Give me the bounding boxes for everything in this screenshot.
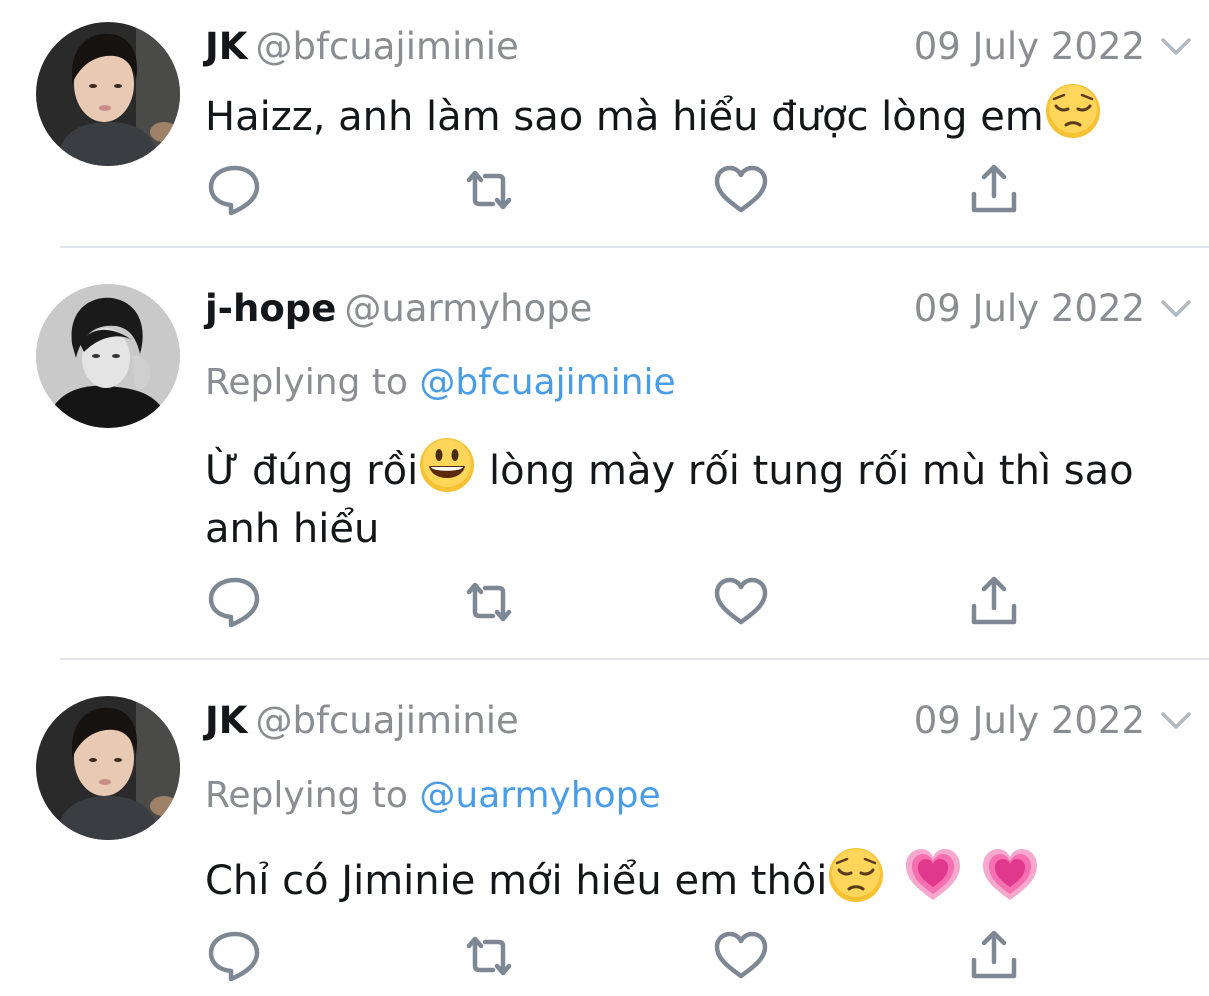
display-name[interactable]: JK @bfcuajiminie [205,696,519,746]
tweet-actions [0,162,1209,218]
tweet-text: Haizz, anh làm sao mà hiểu được lòng em [205,82,1197,146]
growing-heart-emoji [904,846,962,904]
chevron-down-icon[interactable] [1159,710,1193,732]
replying-to: Replying to @bfcuajiminie [205,362,676,403]
reply-icon[interactable] [207,574,263,630]
tweet-text: Ừ đúng rồi lòng mày rối tung rối mù thì … [205,436,1197,558]
avatar[interactable] [36,284,180,428]
divider [60,246,1209,248]
mention-link[interactable]: @bfcuajiminie [419,362,675,403]
tweet-header: JK @bfcuajiminie 09 July 2022 [205,22,1209,72]
display-name[interactable]: j-hope @uarmyhope [205,284,592,334]
replying-to: Replying to @uarmyhope [205,775,661,816]
share-icon[interactable] [966,162,1022,218]
tweet-actions [0,928,1209,984]
growing-heart-emoji [981,846,1039,904]
retweet-icon[interactable] [461,928,517,984]
display-name[interactable]: JK @bfcuajiminie [205,22,519,72]
tweet-header: JK @bfcuajiminie 09 July 2022 [205,696,1209,746]
like-icon[interactable] [713,574,769,630]
chevron-down-icon[interactable] [1159,298,1193,320]
reply-icon[interactable] [207,928,263,984]
user-handle[interactable]: @bfcuajiminie [255,699,518,742]
tweet-header: j-hope @uarmyhope 09 July 2022 [205,284,1209,334]
user-handle[interactable]: @uarmyhope [344,287,592,330]
divider [60,658,1209,660]
grinning-face-emoji [418,436,476,494]
like-icon[interactable] [713,162,769,218]
pensive-face-emoji [827,846,885,904]
tweet-date: 09 July 2022 [913,25,1145,68]
mention-link[interactable]: @uarmyhope [419,775,660,816]
tweet-actions [0,574,1209,630]
like-icon[interactable] [713,928,769,984]
reply-icon[interactable] [207,162,263,218]
share-icon[interactable] [966,928,1022,984]
chevron-down-icon[interactable] [1159,36,1193,58]
tweet-date: 09 July 2022 [913,287,1145,330]
avatar[interactable] [36,22,180,166]
user-handle[interactable]: @bfcuajiminie [255,25,518,68]
tweet-date: 09 July 2022 [913,699,1145,742]
retweet-icon[interactable] [461,162,517,218]
avatar[interactable] [36,696,180,840]
tweet-text: Chỉ có Jiminie mới hiểu em thôi [205,846,1197,910]
retweet-icon[interactable] [461,574,517,630]
pensive-face-emoji [1044,82,1102,140]
share-icon[interactable] [966,574,1022,630]
